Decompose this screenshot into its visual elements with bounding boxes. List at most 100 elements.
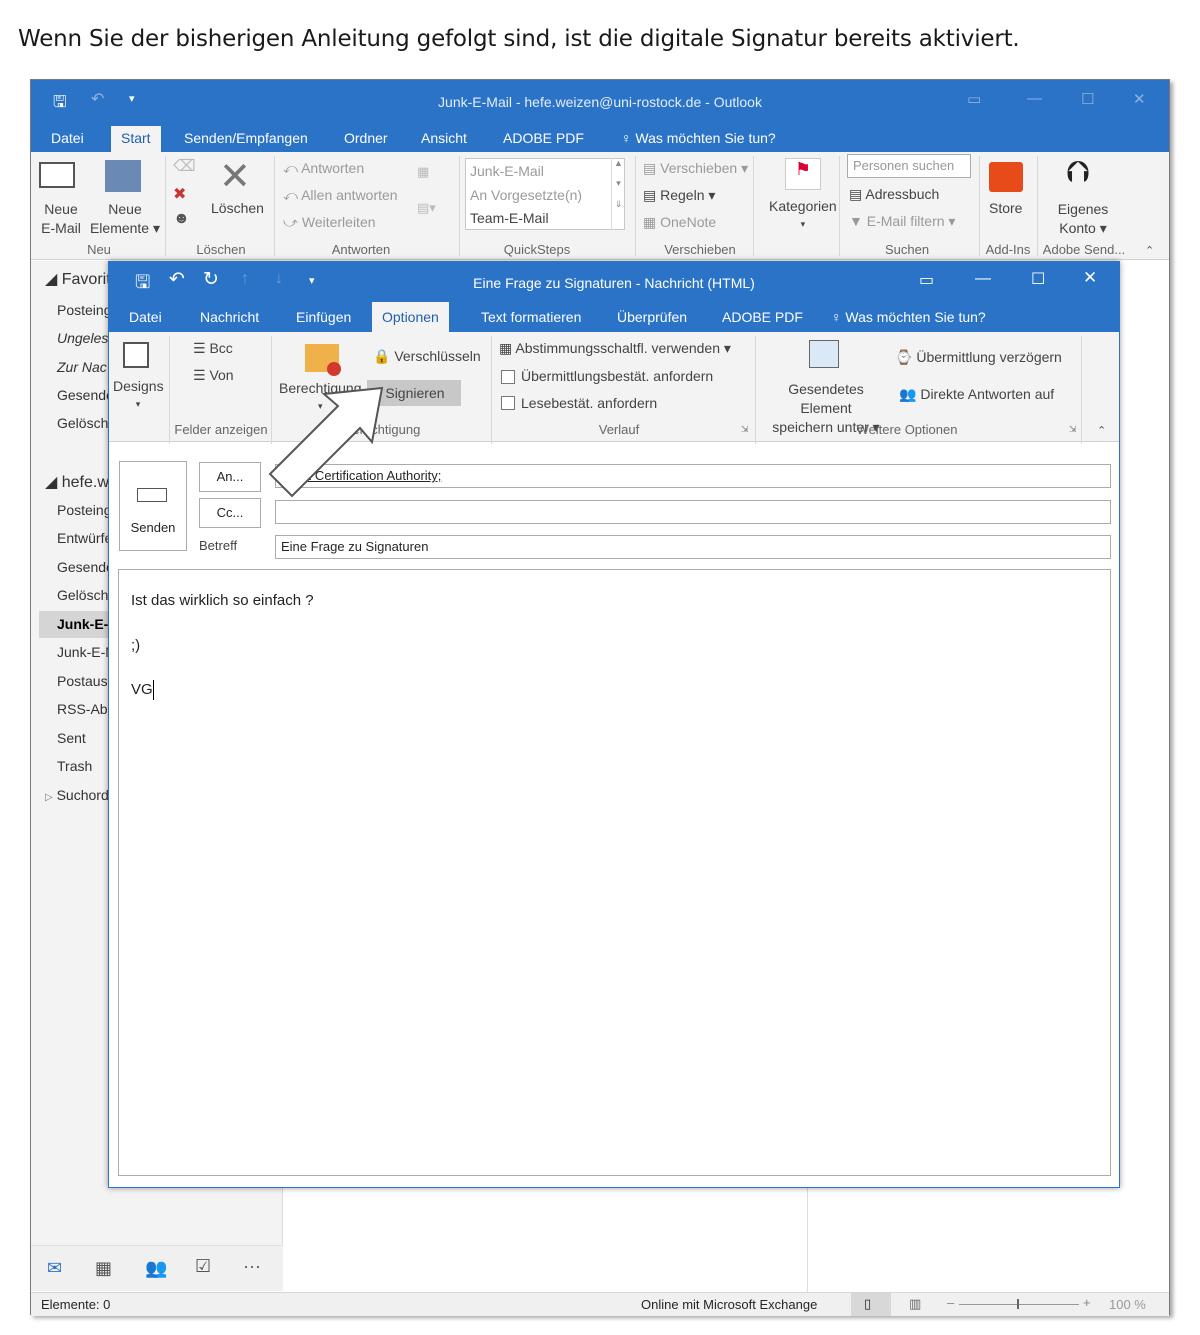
reading-view-icon[interactable]: ▥ bbox=[909, 1296, 921, 1312]
meeting-icon[interactable]: ▦ bbox=[417, 164, 429, 180]
tab-senden-empfangen[interactable]: Senden/Empfangen bbox=[174, 126, 318, 152]
reply-button[interactable]: ⤺ Antworten bbox=[283, 160, 364, 177]
folder-search[interactable]: ▷ Suchord bbox=[45, 787, 109, 803]
tab-ordner[interactable]: Ordner bbox=[334, 126, 398, 152]
folder-outbox[interactable]: Postaus bbox=[57, 673, 108, 689]
rules-button[interactable]: ▤ Regeln ▾ bbox=[643, 187, 715, 204]
from-button[interactable]: ☰ Von bbox=[193, 367, 234, 384]
tab-ansicht[interactable]: Ansicht bbox=[411, 126, 477, 152]
tab-einfuegen[interactable]: Einfügen bbox=[286, 302, 361, 332]
own-account-button[interactable]: Eigenes Konto ▾ bbox=[1045, 200, 1121, 238]
store-button[interactable]: Store bbox=[989, 200, 1022, 216]
mail-icon[interactable]: ✉ bbox=[47, 1258, 62, 1279]
dialog-launcher-icon[interactable]: ⇲ bbox=[741, 424, 749, 435]
quickstep-manager[interactable]: An Vorgesetzte(n) bbox=[470, 187, 582, 203]
zoom-thumb[interactable] bbox=[1017, 1299, 1019, 1309]
folder-sent-imap[interactable]: Sent bbox=[57, 730, 86, 746]
fav-unread[interactable]: Ungeles bbox=[57, 330, 108, 346]
folder-sent[interactable]: Gesende bbox=[57, 559, 114, 575]
tab-datei[interactable]: Datei bbox=[119, 302, 172, 332]
tab-ueberpruefen[interactable]: Überprüfen bbox=[607, 302, 697, 332]
forward-button[interactable]: ⤻ Weiterleiten bbox=[283, 214, 376, 231]
more-icon[interactable]: ··· bbox=[243, 1256, 261, 1277]
close-icon[interactable]: ✕ bbox=[1083, 268, 1097, 288]
delay-delivery-button[interactable]: ⌚ Übermittlung verzögern bbox=[895, 349, 1062, 366]
tab-adobe-pdf[interactable]: ADOBE PDF bbox=[493, 126, 594, 152]
new-items-button[interactable]: Neue Elemente ▾ bbox=[87, 200, 163, 238]
direct-replies-button[interactable]: 👥 Direkte Antworten auf bbox=[899, 386, 1054, 403]
move-button[interactable]: ▤ Verschieben ▾ bbox=[643, 160, 748, 177]
close-icon[interactable]: ✕ bbox=[1133, 90, 1146, 108]
separator bbox=[839, 156, 840, 256]
read-receipt-checkbox[interactable] bbox=[501, 396, 515, 410]
message-body[interactable]: Ist das wirklich so einfach ? ;) VG bbox=[118, 569, 1111, 1176]
folder-drafts[interactable]: Entwürfe bbox=[57, 530, 112, 546]
ignore-icon[interactable]: ⌫ bbox=[173, 156, 196, 176]
cc-field[interactable] bbox=[275, 500, 1111, 524]
more-respond-icon[interactable]: ▤▾ bbox=[417, 200, 436, 216]
zoom-in-icon[interactable]: + bbox=[1083, 1295, 1091, 1310]
gallery-scroll[interactable]: ▲ ▾ ⇓ bbox=[611, 158, 625, 230]
normal-view-button[interactable]: ▯ bbox=[851, 1293, 891, 1316]
encrypt-button[interactable]: 🔒 Verschlüsseln bbox=[373, 348, 481, 365]
fav-sent[interactable]: Gesende bbox=[57, 387, 114, 403]
favorites-header[interactable]: ◢ Favorit bbox=[45, 269, 111, 289]
folder-rss[interactable]: RSS-Abo bbox=[57, 701, 115, 717]
to-button[interactable]: An... bbox=[199, 462, 261, 492]
junk-icon[interactable]: ☻ bbox=[173, 210, 190, 228]
cc-button[interactable]: Cc... bbox=[199, 498, 261, 528]
new-email-button[interactable]: Neue E-Mail bbox=[35, 200, 87, 238]
folder-junk-selected[interactable]: Junk-E- bbox=[57, 616, 108, 632]
dialog-launcher-icon[interactable]: ⇲ bbox=[1069, 424, 1077, 435]
folder-inbox[interactable]: Posteing bbox=[57, 502, 111, 518]
tell-me-box[interactable]: ♀ Was möchten Sie tun? bbox=[611, 126, 786, 152]
calendar-icon[interactable]: ▦ bbox=[95, 1258, 112, 1279]
fav-inbox[interactable]: Posteing bbox=[57, 302, 111, 318]
account-header[interactable]: ◢ hefe.w bbox=[45, 472, 109, 492]
zoom-out-icon[interactable]: – bbox=[947, 1295, 954, 1310]
subject-field[interactable]: Eine Frage zu Signaturen bbox=[275, 535, 1111, 559]
zoom-slider[interactable] bbox=[959, 1304, 1079, 1305]
delete-label[interactable]: Löschen bbox=[211, 200, 264, 216]
collapse-ribbon-icon[interactable]: ⌃ bbox=[1145, 244, 1154, 257]
tab-nachricht[interactable]: Nachricht bbox=[190, 302, 269, 332]
minimize-icon[interactable]: — bbox=[1027, 90, 1042, 107]
tab-start[interactable]: Start bbox=[111, 126, 161, 152]
quickstep-team[interactable]: Team-E-Mail bbox=[470, 210, 549, 226]
voting-buttons-button[interactable]: ▦ Abstimmungsschaltfl. verwenden ▾ bbox=[499, 340, 731, 357]
to-field[interactable]: ITMZ Certification Authority; bbox=[275, 464, 1111, 488]
delete-icon[interactable]: ✕ bbox=[219, 154, 251, 199]
addressbook-button[interactable]: ▤ Adressbuch bbox=[849, 186, 939, 203]
send-button[interactable]: Senden bbox=[119, 461, 187, 551]
lightbulb-icon: ♀ bbox=[621, 130, 632, 146]
folder-trash[interactable]: Trash bbox=[57, 758, 92, 774]
tab-adobe-pdf[interactable]: ADOBE PDF bbox=[712, 302, 813, 332]
filter-mail-button[interactable]: ▼ E-Mail filtern ▾ bbox=[849, 213, 955, 230]
folder-junk-2[interactable]: Junk-E-N bbox=[57, 644, 115, 660]
tab-optionen[interactable]: Optionen bbox=[372, 302, 449, 333]
maximize-icon[interactable]: ☐ bbox=[1081, 90, 1094, 108]
ribbon-display-icon[interactable]: ▭ bbox=[919, 270, 934, 290]
maximize-icon[interactable]: ☐ bbox=[1031, 269, 1045, 289]
delivery-receipt-checkbox[interactable] bbox=[501, 370, 515, 384]
bcc-button[interactable]: ☰ Bcc bbox=[193, 340, 233, 357]
designs-button[interactable]: Designs ▾ bbox=[113, 378, 164, 410]
people-icon[interactable]: 👥 bbox=[145, 1258, 167, 1279]
reply-all-button[interactable]: ⤺ Allen antworten bbox=[283, 187, 398, 204]
folder-deleted[interactable]: Gelöscht bbox=[57, 587, 112, 603]
tab-datei[interactable]: Datei bbox=[41, 126, 94, 152]
cleanup-icon[interactable]: ✖ bbox=[173, 184, 186, 204]
onenote-button[interactable]: ▦ OneNote bbox=[643, 214, 716, 231]
new-email-label2: E-Mail bbox=[41, 220, 81, 236]
tasks-icon[interactable]: ☑ bbox=[195, 1256, 211, 1277]
minimize-icon[interactable]: — bbox=[975, 270, 991, 288]
fav-deleted[interactable]: Gelöscht bbox=[57, 415, 112, 431]
tab-text-formatieren[interactable]: Text formatieren bbox=[471, 302, 591, 332]
collapse-ribbon-icon[interactable]: ⌃ bbox=[1097, 424, 1106, 437]
ribbon-display-icon[interactable]: ▭ bbox=[967, 90, 981, 108]
fav-followup[interactable]: Zur Nac bbox=[57, 359, 107, 375]
tell-me-box[interactable]: ♀ Was möchten Sie tun? bbox=[821, 302, 996, 332]
categories-button[interactable]: Kategorien ▾ bbox=[769, 198, 837, 230]
people-search-input[interactable]: Personen suchen bbox=[847, 154, 971, 178]
quickstep-junk[interactable]: Junk-E-Mail bbox=[470, 163, 544, 179]
